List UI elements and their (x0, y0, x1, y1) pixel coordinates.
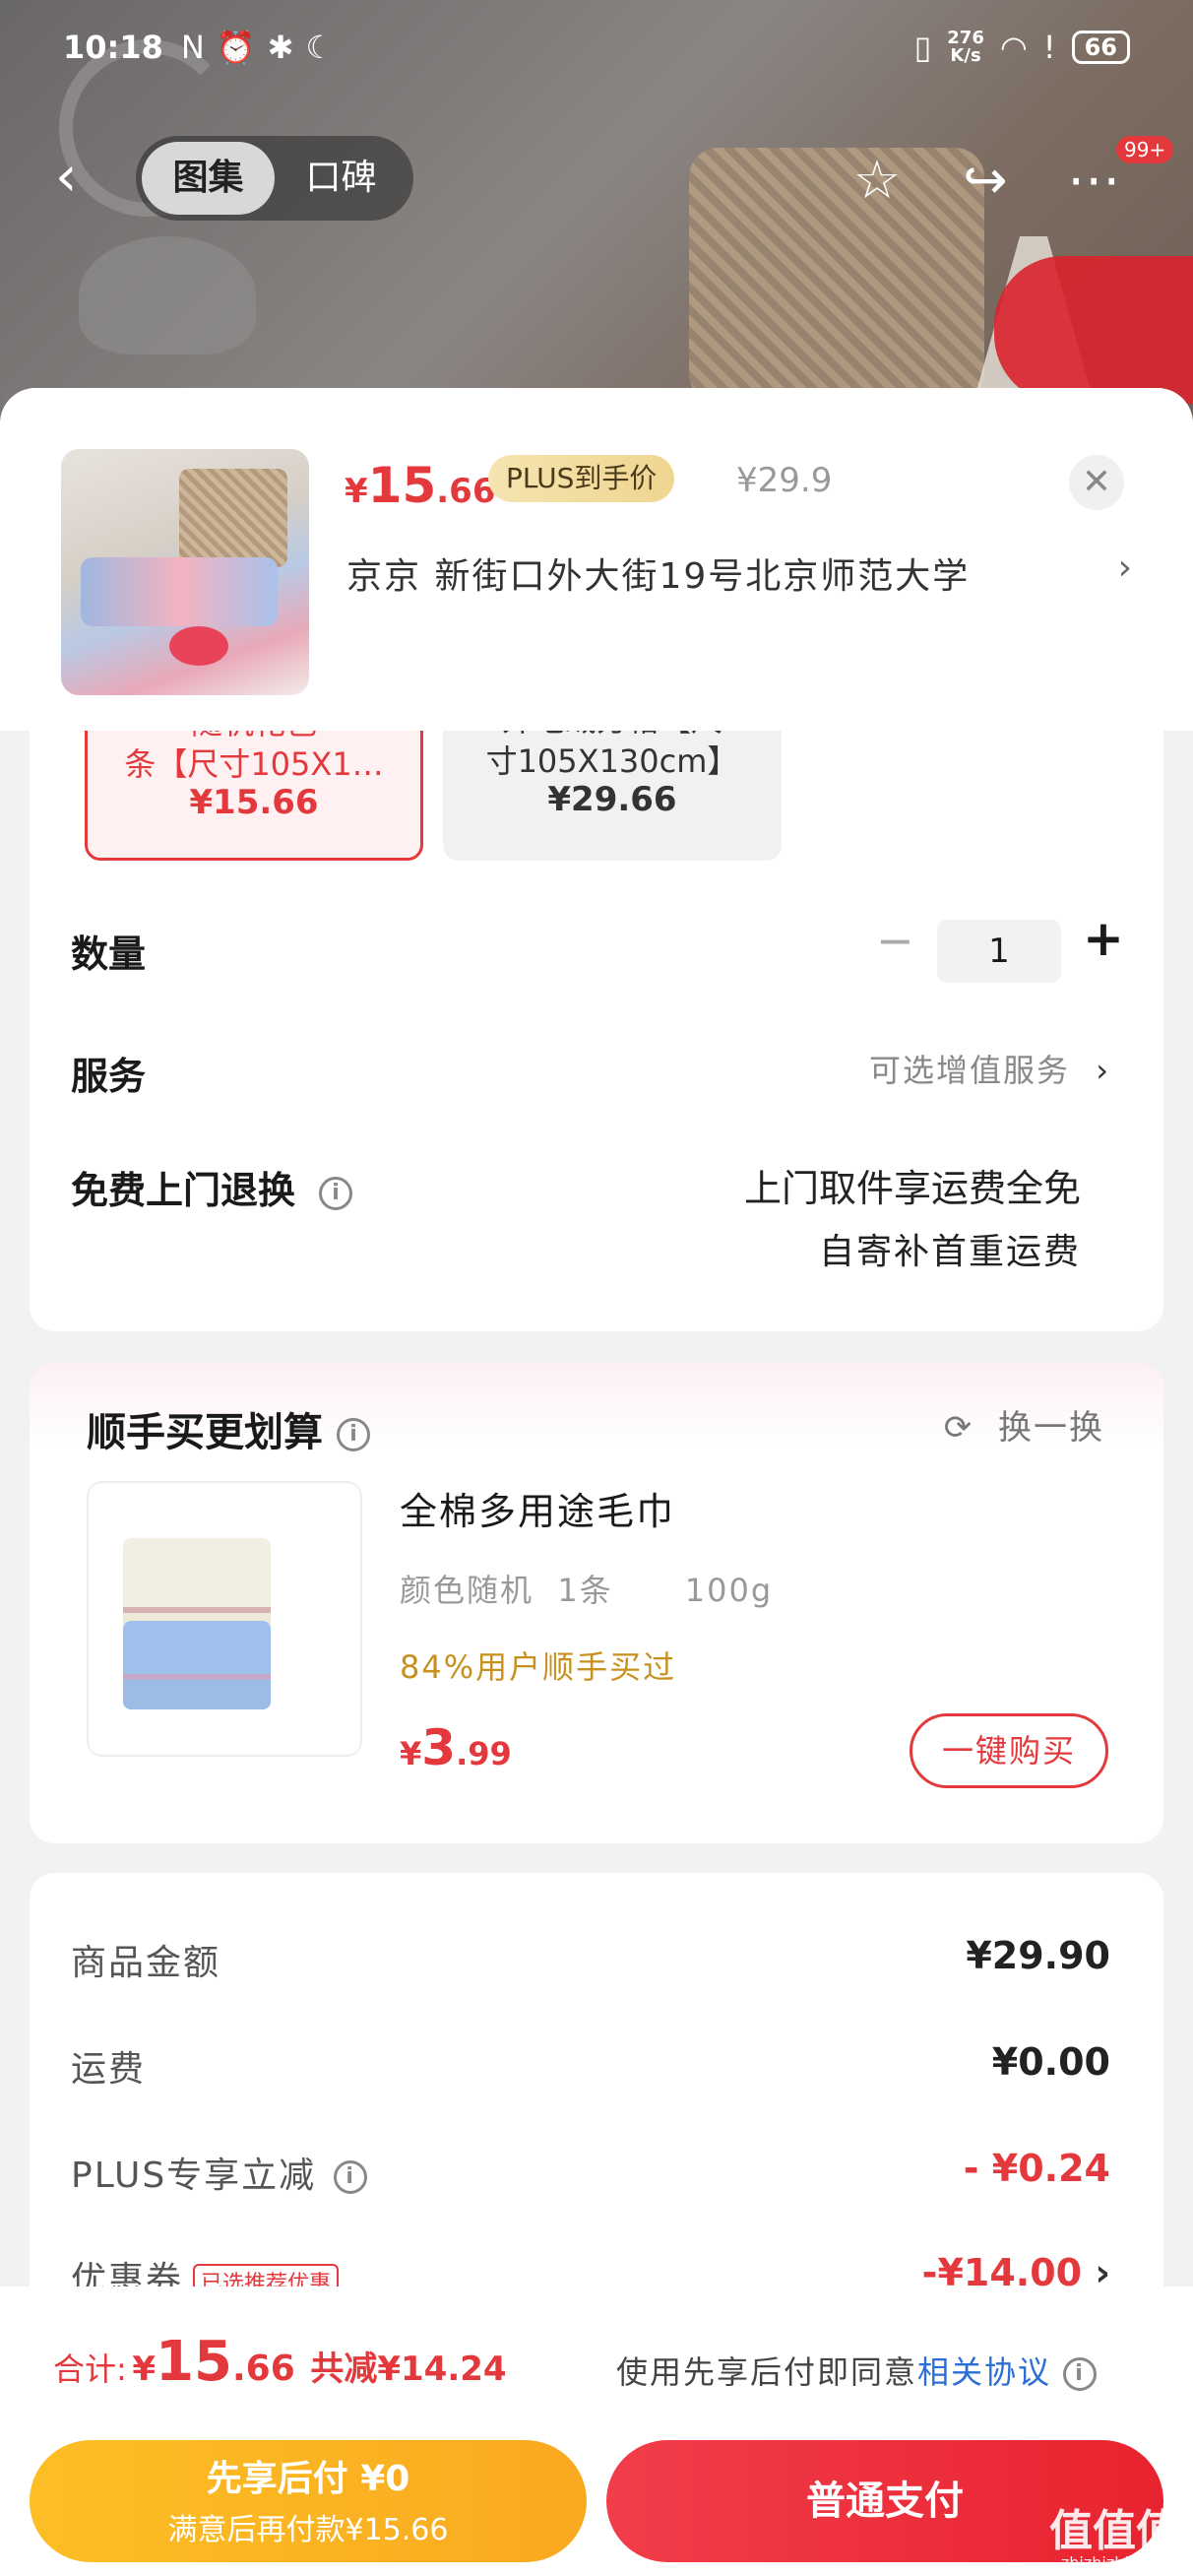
checkout-bar: 合计: ¥15.66 共减¥14.24 使用先享后付即同意相关协议 i 先享后付 … (0, 2286, 1193, 2576)
chevron-right-icon: › (1117, 547, 1134, 588)
addon-popularity: 84%用户顺手买过 (400, 1648, 677, 1686)
quantity-increase-button[interactable]: + (1083, 910, 1124, 967)
star-pillow-decoration (79, 236, 256, 354)
total-price: 合计: ¥15.66 共减¥14.24 (53, 2330, 507, 2394)
star-icon[interactable]: ☆ (843, 146, 911, 215)
free-return-line2: 自寄补首重运费 (818, 1232, 1081, 1272)
agreement-text: 使用先享后付即同意相关协议 i (616, 2348, 1098, 2393)
refresh-icon: ⟳ (943, 1408, 974, 1448)
alarm-icon: ⏰ (216, 29, 256, 66)
share-icon[interactable]: ↪ (951, 146, 1020, 215)
top-navigation: ‹ 图集 口碑 ☆ ↪ ⋯ 99+ (0, 128, 1193, 226)
product-thumbnail[interactable] (61, 449, 309, 695)
thumbnail-blanket (81, 557, 278, 626)
alert-icon: ! (1042, 29, 1056, 66)
chevron-right-icon: › (1096, 1052, 1110, 1089)
addon-price: ¥3.99 (400, 1719, 512, 1776)
swap-button[interactable]: ⟳ 换一换 (944, 1400, 1104, 1449)
summary-row: 商品金额 ¥29.90 (71, 1934, 1110, 1983)
info-icon[interactable]: i (334, 2160, 368, 2194)
sku-option[interactable]: 外毛绒方格【尺 寸105X130cm】 ¥29.66 (443, 701, 782, 861)
addon-item-image[interactable] (87, 1481, 362, 1757)
status-icons-right: ▯ 276 K/s ◠ ! 66 (914, 29, 1130, 66)
watermark-logo: 值值值 zhizhizhi.com (1049, 2506, 1179, 2572)
promo-badge-image (994, 256, 1193, 404)
addon-item-spec: 颜色随机 1条 100g (400, 1572, 774, 1609)
moon-icon: ☾ (305, 29, 335, 66)
info-icon[interactable]: i (337, 1418, 370, 1451)
sheet-header: ¥15.66 PLUS到手价 ¥29.9 ✕ 京京 新街口外大街19号北京师范大… (0, 388, 1193, 731)
service-label: 服务 (71, 1055, 147, 1098)
addon-title: 顺手买更划算 i (87, 1400, 370, 1457)
free-return-label: 免费上门退换 i (71, 1160, 353, 1214)
wifi-icon: ◠ (999, 29, 1028, 66)
towel-blue-image (123, 1621, 271, 1709)
thumbnail-rattan (179, 469, 287, 567)
gallery-tab-switcher: 图集 口碑 (136, 136, 413, 221)
addon-item-name[interactable]: 全棉多用途毛巾 (400, 1481, 675, 1535)
agreement-link[interactable]: 相关协议 (917, 2353, 1051, 2391)
sku-price: ¥15.66 (189, 783, 319, 822)
quantity-label: 数量 (71, 933, 147, 976)
plus-price-tag: PLUS到手价 (488, 455, 675, 502)
battery-indicator: 66 (1071, 31, 1130, 64)
thumbnail-toy-cake (169, 626, 228, 666)
back-arrow-icon[interactable]: ‹ (55, 148, 114, 207)
status-time: 10:18 (63, 29, 163, 66)
delivery-address[interactable]: 京京 新街口外大街19号北京师范大学 › (346, 547, 1134, 599)
nfc-icon: N (180, 29, 205, 66)
addon-card: 顺手买更划算 i ⟳ 换一换 全棉多用途毛巾 颜色随机 1条 100g 84%用户… (30, 1363, 1163, 1843)
quantity-input[interactable]: 1 (937, 920, 1061, 983)
tab-reviews[interactable]: 口碑 (275, 142, 408, 215)
product-price: ¥15.66 (345, 457, 496, 514)
bluetooth-icon: ✱ (267, 29, 294, 66)
summary-row: 运费 ¥0.00 (71, 2040, 1110, 2090)
info-icon[interactable]: i (319, 1176, 353, 1210)
total-discount: 共减¥14.24 (310, 2350, 507, 2389)
vibrate-icon: ▯ (913, 29, 932, 66)
free-return-line1: 上门取件享运费全免 (743, 1167, 1081, 1210)
close-icon[interactable]: ✕ (1069, 455, 1124, 510)
original-price: ¥29.9 (736, 461, 833, 500)
summary-row: PLUS专享立减 i - ¥0.24 (71, 2147, 1110, 2196)
info-icon[interactable]: i (1063, 2357, 1098, 2391)
one-click-buy-button[interactable]: 一键购买 (910, 1713, 1108, 1788)
sku-price: ¥29.66 (547, 780, 677, 819)
tab-gallery[interactable]: 图集 (142, 142, 275, 215)
status-icons-left: N ⏰ ✱ ☾ (181, 29, 334, 66)
service-selector[interactable]: 可选增值服务 › (869, 1046, 1110, 1091)
message-badge: 99+ (1116, 136, 1174, 163)
quantity-decrease-button[interactable]: − (876, 914, 914, 967)
pay-later-button[interactable]: 先享后付 ¥0 满意后再付款¥15.66 (30, 2440, 587, 2562)
sku-option-selected[interactable]: 随机花色 条【尺寸105X1… ¥15.66 (85, 704, 423, 861)
purchase-sheet: ¥15.66 PLUS到手价 ¥29.9 ✕ 京京 新街口外大街19号北京师范大… (0, 388, 1193, 2576)
network-speed: 276 K/s (947, 28, 984, 66)
status-bar: 10:18 N ⏰ ✱ ☾ ▯ 276 K/s ◠ ! 66 (0, 0, 1193, 95)
